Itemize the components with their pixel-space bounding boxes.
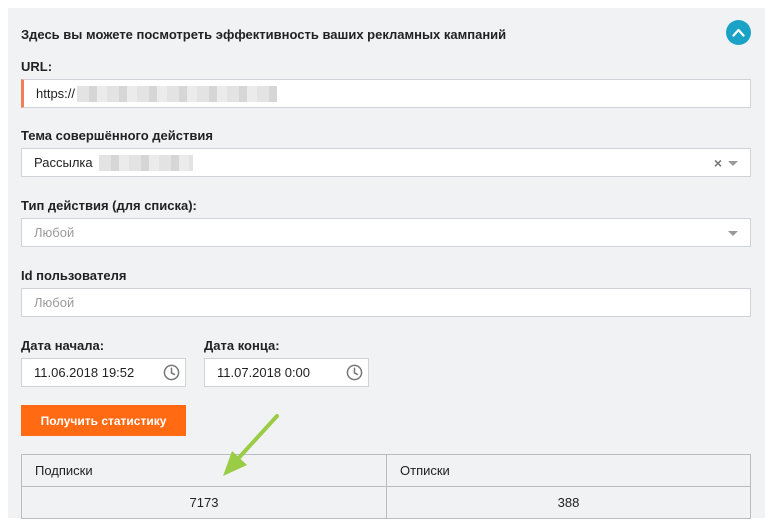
clear-icon[interactable]: × bbox=[714, 155, 722, 171]
redacted-topic bbox=[98, 154, 193, 171]
user-id-placeholder: Любой bbox=[34, 295, 75, 310]
stats-table: Подписки Отписки 7173 388 bbox=[21, 454, 751, 519]
url-value: https:// bbox=[36, 86, 76, 101]
subscriptions-header: Подписки bbox=[21, 454, 387, 487]
start-date-input[interactable]: 11.06.2018 19:52 bbox=[21, 358, 186, 387]
user-id-input[interactable]: Любой bbox=[21, 288, 751, 317]
start-date-value: 11.06.2018 19:52 bbox=[34, 365, 135, 380]
action-type-select[interactable]: Любой bbox=[21, 218, 751, 247]
action-type-label: Тип действия (для списка): bbox=[21, 198, 197, 213]
table-header-row: Подписки Отписки bbox=[21, 454, 751, 487]
topic-value: Рассылка bbox=[34, 155, 93, 170]
url-input[interactable]: https:// bbox=[21, 79, 751, 108]
unsubscriptions-value: 388 bbox=[386, 486, 751, 519]
url-label: URL: bbox=[21, 59, 53, 74]
table-row: 7173 388 bbox=[21, 486, 751, 519]
panel-title: Здесь вы можете посмотреть эффективность… bbox=[21, 27, 507, 42]
get-statistics-button[interactable]: Получить статистику bbox=[21, 405, 186, 436]
chevron-up-icon bbox=[732, 28, 745, 37]
start-date-label: Дата начала: bbox=[21, 338, 105, 353]
end-date-label: Дата конца: bbox=[204, 338, 280, 353]
unsubscriptions-header: Отписки bbox=[386, 454, 751, 487]
collapse-button[interactable] bbox=[726, 20, 751, 45]
end-date-input[interactable]: 11.07.2018 0:00 bbox=[204, 358, 369, 387]
topic-label: Тема совершённого действия bbox=[21, 128, 213, 143]
user-id-label: Id пользователя bbox=[21, 268, 127, 283]
chevron-down-icon[interactable] bbox=[728, 231, 738, 236]
action-type-placeholder: Любой bbox=[34, 225, 75, 240]
redacted-url bbox=[77, 85, 278, 102]
clock-icon[interactable] bbox=[346, 364, 363, 381]
subscriptions-value: 7173 bbox=[21, 486, 387, 519]
end-date-value: 11.07.2018 0:00 bbox=[217, 365, 311, 380]
topic-select[interactable]: Рассылка × bbox=[21, 148, 751, 177]
clock-icon[interactable] bbox=[163, 364, 180, 381]
chevron-down-icon[interactable] bbox=[728, 161, 738, 166]
statistics-panel: Здесь вы можете посмотреть эффективность… bbox=[8, 8, 765, 519]
